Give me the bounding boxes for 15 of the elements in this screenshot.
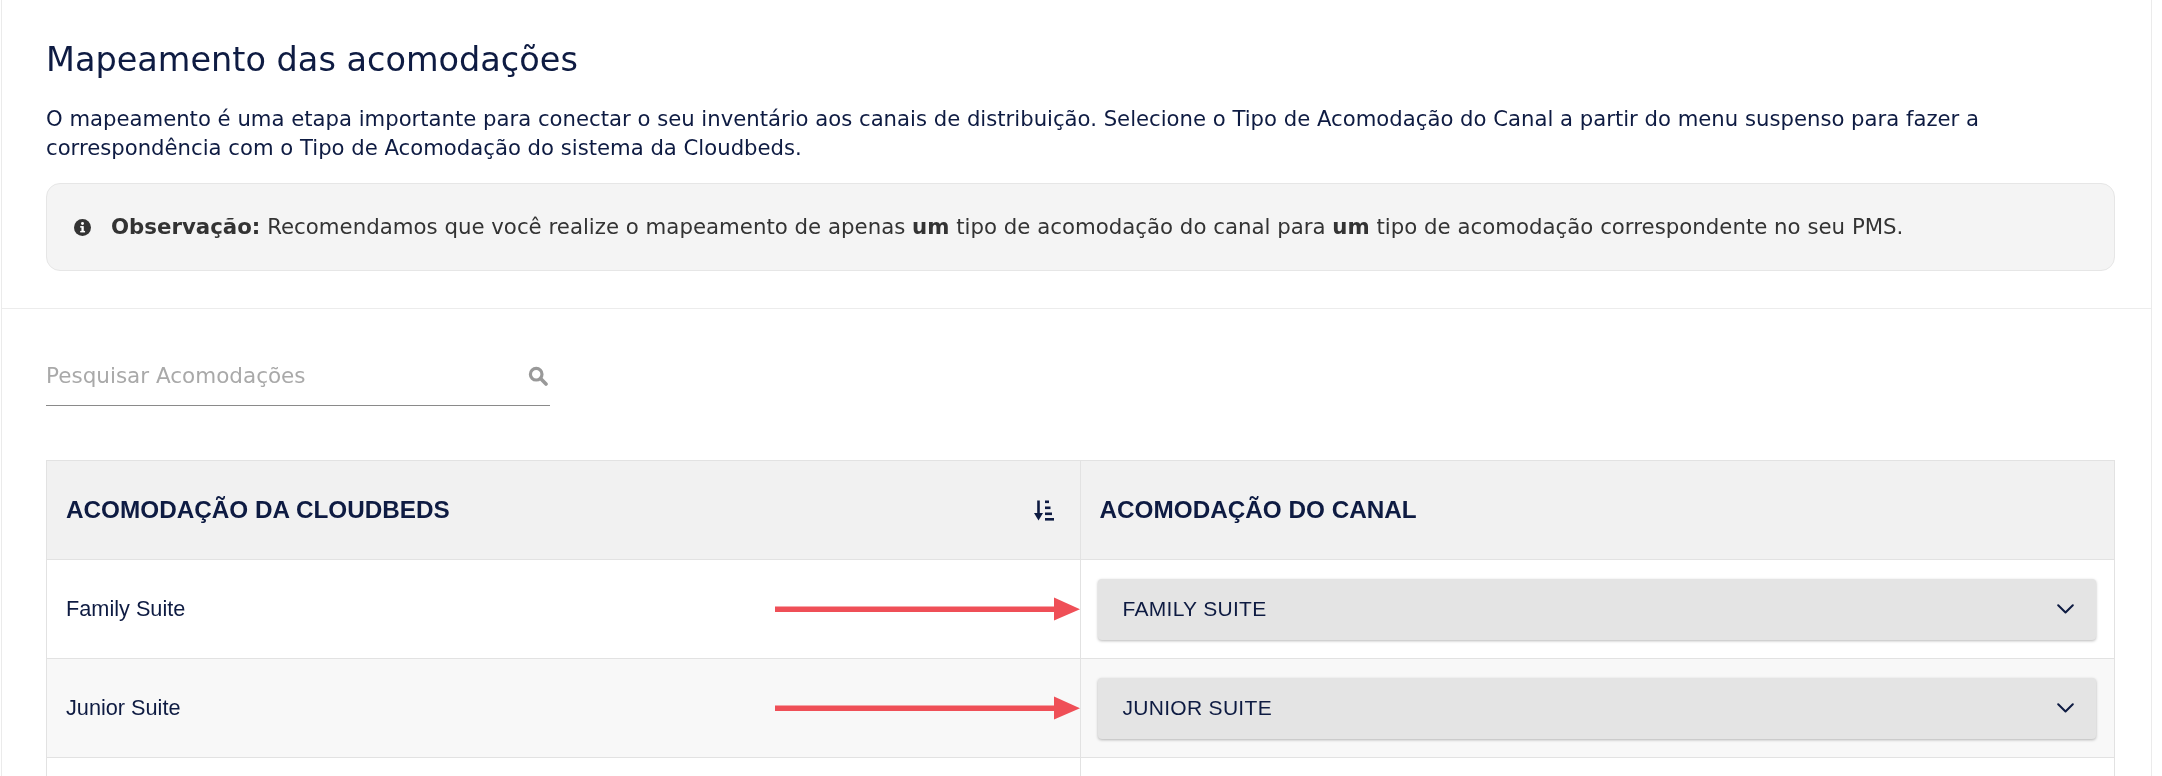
column-header: ACOMODAÇÃO DO CANAL [1099, 495, 1417, 525]
room-dropdown[interactable]: JUNIOR SUITE [1097, 677, 2096, 739]
search-field[interactable]: Pesquisar Acomodações [46, 346, 550, 406]
search-icon[interactable] [528, 366, 548, 386]
room-name: Junior Suite [66, 695, 181, 721]
sort-icon[interactable] [1033, 499, 1054, 521]
note-text: Observação: Recomendamos que você realize o mapeamento de apenas um tipo de acomodação do canal para um tipo de acomodação correspondente no seu PMS. [111, 213, 1904, 241]
chevron-icon [2057, 604, 2074, 614]
room-name: Family Suite [66, 596, 186, 622]
column-header: ACOMODAÇÃO DA CLOUDBEDS [66, 495, 450, 525]
page-title: Mapeamento das acomodações [46, 40, 579, 80]
chevron-icon [2057, 703, 2074, 713]
info-icon [74, 218, 91, 236]
room-dropdown[interactable]: FAMILY SUITE [1097, 578, 2096, 640]
description-text: O mapeamento é uma etapa importante para conectar o seu inventário aos canais de distribuição. Selecione o Tipo de Acomodação do Canal a partir do menu suspenso para fazer a correspondência com o Tipo de Acomodação do sistema da Cloudbeds. [46, 105, 1980, 162]
